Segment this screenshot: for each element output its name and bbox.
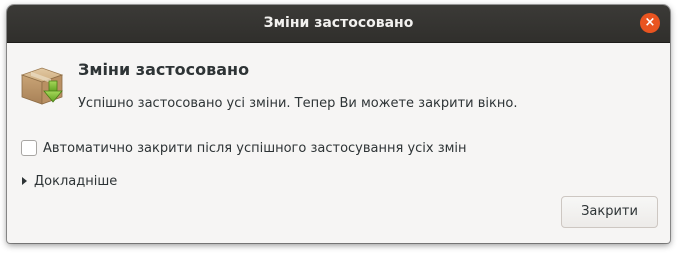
window-close-button[interactable]: × <box>640 13 660 33</box>
dialog-heading: Зміни застосовано <box>78 60 250 79</box>
dialog-content: Зміни застосовано Успішно застосовано ус… <box>7 43 670 243</box>
auto-close-checkbox-row[interactable]: Автоматично закрити після успішного заст… <box>21 139 467 157</box>
dialog-window: Зміни застосовано × Зміни застосовано Ус… <box>7 5 670 243</box>
auto-close-checkbox[interactable] <box>21 140 37 156</box>
expander-arrow-icon[interactable] <box>22 177 27 185</box>
details-expander[interactable]: Докладніше <box>21 172 117 190</box>
titlebar[interactable]: Зміни застосовано × <box>7 5 670 43</box>
details-expander-label[interactable]: Докладніше <box>34 174 117 189</box>
dialog-message: Успішно застосовано усі зміни. Тепер Ви … <box>78 96 518 111</box>
package-install-icon <box>20 67 64 105</box>
close-button[interactable]: Закрити <box>561 196 658 228</box>
window-title: Зміни застосовано <box>263 15 414 31</box>
close-icon: × <box>644 15 656 30</box>
auto-close-checkbox-label[interactable]: Автоматично закрити після успішного заст… <box>43 141 467 156</box>
